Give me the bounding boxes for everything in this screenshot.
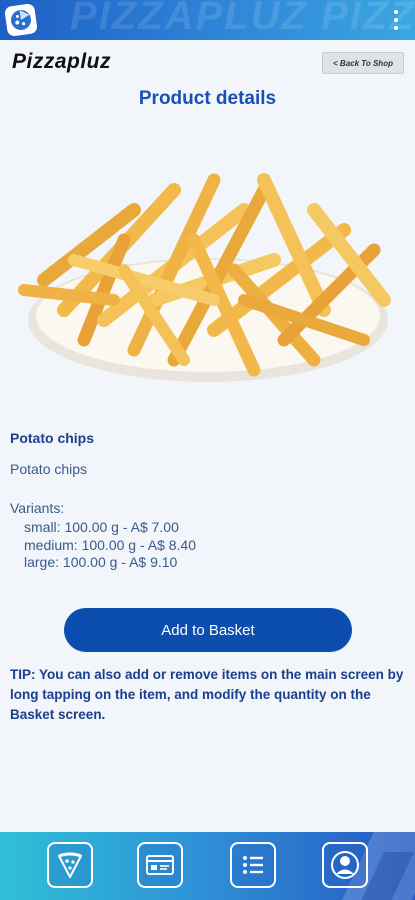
product-image <box>18 173 391 382</box>
back-to-shop-button[interactable]: < Back To Shop <box>322 52 404 74</box>
tip-text: TIP: You can also add or remove items on… <box>10 667 404 722</box>
variant-item-small: small: 100.00 g - A$ 7.00 <box>24 519 179 535</box>
top-app-bar: PIZZAPLUZ PIZZA <box>0 0 415 40</box>
list-icon <box>243 856 263 874</box>
pizza-slice-icon <box>58 852 82 878</box>
variant-item-large: large: 100.00 g - A$ 9.10 <box>24 554 178 570</box>
nav-card-button[interactable] <box>137 842 183 888</box>
overflow-menu-icon[interactable] <box>393 10 399 30</box>
app-logo-icon[interactable] <box>4 3 38 37</box>
variants-label: Variants: <box>10 500 65 516</box>
product-description: Potato chips <box>10 461 88 477</box>
add-to-basket-button[interactable]: Add to Basket <box>64 608 352 652</box>
product-name: Potato chips <box>10 430 95 446</box>
header-watermark: PIZZAPLUZ PIZZA <box>70 0 415 38</box>
page-title: Product details <box>138 88 277 109</box>
user-profile-icon <box>331 851 359 879</box>
id-card-icon <box>146 855 174 875</box>
brand-title: Pizzapluz <box>12 50 112 73</box>
nav-profile-button[interactable] <box>322 842 368 888</box>
nav-list-button[interactable] <box>230 842 276 888</box>
variant-item-medium: medium: 100.00 g - A$ 8.40 <box>24 536 196 553</box>
variants-list: small: 100.00 g - A$ 7.00 medium: 100.00… <box>24 519 196 572</box>
nav-pizza-button[interactable] <box>47 842 93 888</box>
bottom-navigation <box>0 832 415 900</box>
